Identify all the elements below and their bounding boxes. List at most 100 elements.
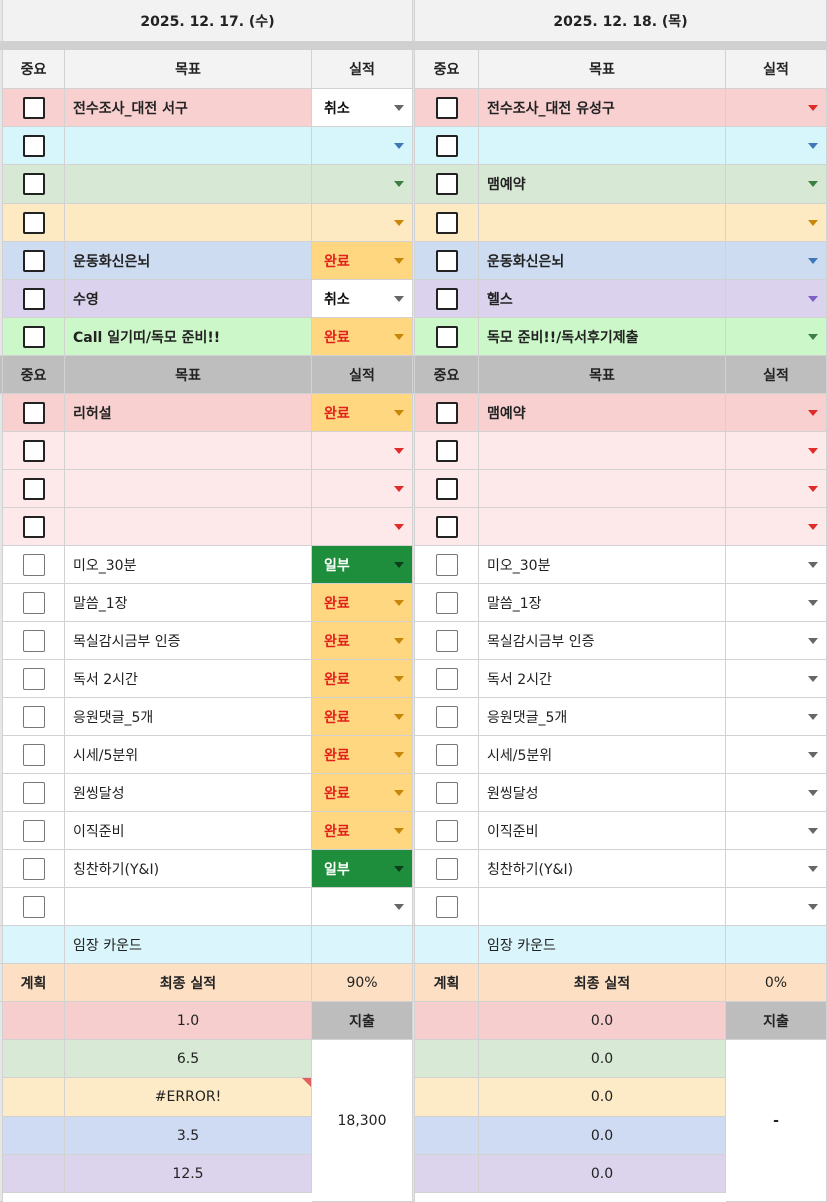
checkbox[interactable]	[22, 515, 45, 538]
checkbox[interactable]	[22, 325, 45, 348]
checkbox[interactable]	[22, 96, 45, 119]
checkbox[interactable]	[22, 667, 45, 690]
checkbox[interactable]	[22, 249, 45, 272]
checkbox[interactable]	[22, 705, 45, 728]
result-dropdown[interactable]: 완료	[312, 622, 413, 660]
goal-cell[interactable]: 헬스	[479, 280, 726, 318]
checkbox[interactable]	[435, 477, 458, 500]
checkbox[interactable]	[435, 96, 458, 119]
result-dropdown[interactable]	[726, 622, 827, 660]
checkbox[interactable]	[435, 173, 458, 195]
goal-cell[interactable]: 운동화신은뇌	[479, 242, 726, 280]
checkbox[interactable]	[435, 895, 458, 918]
checkbox[interactable]	[22, 477, 45, 500]
result-dropdown[interactable]	[726, 888, 827, 926]
checkbox[interactable]	[22, 553, 45, 576]
result-dropdown[interactable]	[726, 432, 827, 470]
goal-cell[interactable]	[65, 470, 312, 508]
result-dropdown[interactable]: 완료	[312, 584, 413, 622]
checkbox[interactable]	[435, 134, 458, 157]
result-dropdown[interactable]	[312, 204, 413, 242]
result-dropdown[interactable]	[726, 774, 827, 812]
checkbox[interactable]	[435, 743, 458, 766]
result-dropdown[interactable]: 완료	[312, 394, 413, 432]
result-dropdown[interactable]: 완료	[312, 812, 413, 850]
goal-cell[interactable]: 맴예약	[479, 394, 726, 432]
goal-cell[interactable]: 이직준비	[65, 812, 312, 850]
goal-cell[interactable]	[479, 204, 726, 242]
result-dropdown[interactable]: 완료	[312, 698, 413, 736]
checkbox[interactable]	[22, 857, 45, 880]
result-dropdown[interactable]	[312, 432, 413, 470]
result-dropdown[interactable]: 완료	[312, 318, 413, 356]
result-dropdown[interactable]	[312, 470, 413, 508]
counter-value[interactable]	[312, 926, 413, 964]
checkbox[interactable]	[22, 134, 45, 157]
checkbox[interactable]	[22, 211, 45, 234]
result-dropdown[interactable]: 완료	[312, 736, 413, 774]
checkbox[interactable]	[435, 553, 458, 576]
goal-cell[interactable]: 원씽달성	[479, 774, 726, 812]
checkbox[interactable]	[435, 857, 458, 880]
goal-cell[interactable]: 이직준비	[479, 812, 726, 850]
result-dropdown[interactable]: 완료	[312, 660, 413, 698]
goal-cell[interactable]: 독서 2시간	[65, 660, 312, 698]
goal-cell[interactable]: 응원댓글_5개	[65, 698, 312, 736]
checkbox[interactable]	[435, 629, 458, 652]
result-dropdown[interactable]	[726, 89, 827, 127]
goal-cell[interactable]	[65, 127, 312, 165]
result-dropdown[interactable]: 일부	[312, 850, 413, 888]
result-dropdown[interactable]	[726, 280, 827, 318]
goal-cell[interactable]: 원씽달성	[65, 774, 312, 812]
goal-cell[interactable]	[65, 508, 312, 546]
result-dropdown[interactable]	[312, 508, 413, 546]
checkbox[interactable]	[22, 591, 45, 614]
checkbox[interactable]	[435, 515, 458, 538]
result-dropdown[interactable]	[726, 736, 827, 774]
checkbox[interactable]	[435, 667, 458, 690]
result-dropdown[interactable]	[726, 318, 827, 356]
checkbox[interactable]	[22, 287, 45, 310]
goal-cell[interactable]: 운동화신은뇌	[65, 242, 312, 280]
result-dropdown[interactable]	[726, 546, 827, 584]
counter-value[interactable]	[726, 926, 827, 964]
checkbox[interactable]	[22, 743, 45, 766]
goal-cell[interactable]: 수영	[65, 280, 312, 318]
goal-cell[interactable]: 칭찬하기(Y&I)	[479, 850, 726, 888]
goal-cell[interactable]: 미오_30분	[479, 546, 726, 584]
goal-cell[interactable]: 시세/5분위	[479, 736, 726, 774]
checkbox[interactable]	[22, 629, 45, 652]
checkbox[interactable]	[435, 401, 458, 424]
result-dropdown[interactable]	[726, 470, 827, 508]
result-dropdown[interactable]	[726, 394, 827, 432]
goal-cell[interactable]	[65, 432, 312, 470]
checkbox[interactable]	[435, 211, 458, 234]
checkbox[interactable]	[435, 705, 458, 728]
checkbox[interactable]	[435, 439, 458, 462]
checkbox[interactable]	[22, 895, 45, 918]
checkbox[interactable]	[435, 591, 458, 614]
goal-cell[interactable]: 시세/5분위	[65, 736, 312, 774]
goal-cell[interactable]: 말씀_1장	[479, 584, 726, 622]
goal-cell[interactable]: 리허설	[65, 394, 312, 432]
result-dropdown[interactable]	[726, 660, 827, 698]
goal-cell[interactable]	[479, 432, 726, 470]
goal-cell[interactable]	[479, 888, 726, 926]
result-dropdown[interactable]	[726, 204, 827, 242]
checkbox[interactable]	[22, 401, 45, 424]
result-dropdown[interactable]	[312, 888, 413, 926]
checkbox[interactable]	[22, 173, 45, 195]
result-dropdown[interactable]	[726, 127, 827, 165]
result-dropdown[interactable]	[312, 165, 413, 204]
result-dropdown[interactable]	[726, 698, 827, 736]
result-dropdown[interactable]	[726, 165, 827, 204]
result-dropdown[interactable]: 완료	[312, 774, 413, 812]
result-dropdown[interactable]	[726, 242, 827, 280]
checkbox[interactable]	[22, 781, 45, 804]
goal-cell[interactable]: 응원댓글_5개	[479, 698, 726, 736]
goal-cell[interactable]: 말씀_1장	[65, 584, 312, 622]
goal-cell[interactable]: 독서 2시간	[479, 660, 726, 698]
goal-cell[interactable]: 목실감시금부 인증	[65, 622, 312, 660]
goal-cell[interactable]: 맴예약	[479, 165, 726, 204]
result-dropdown[interactable]: 완료	[312, 242, 413, 280]
